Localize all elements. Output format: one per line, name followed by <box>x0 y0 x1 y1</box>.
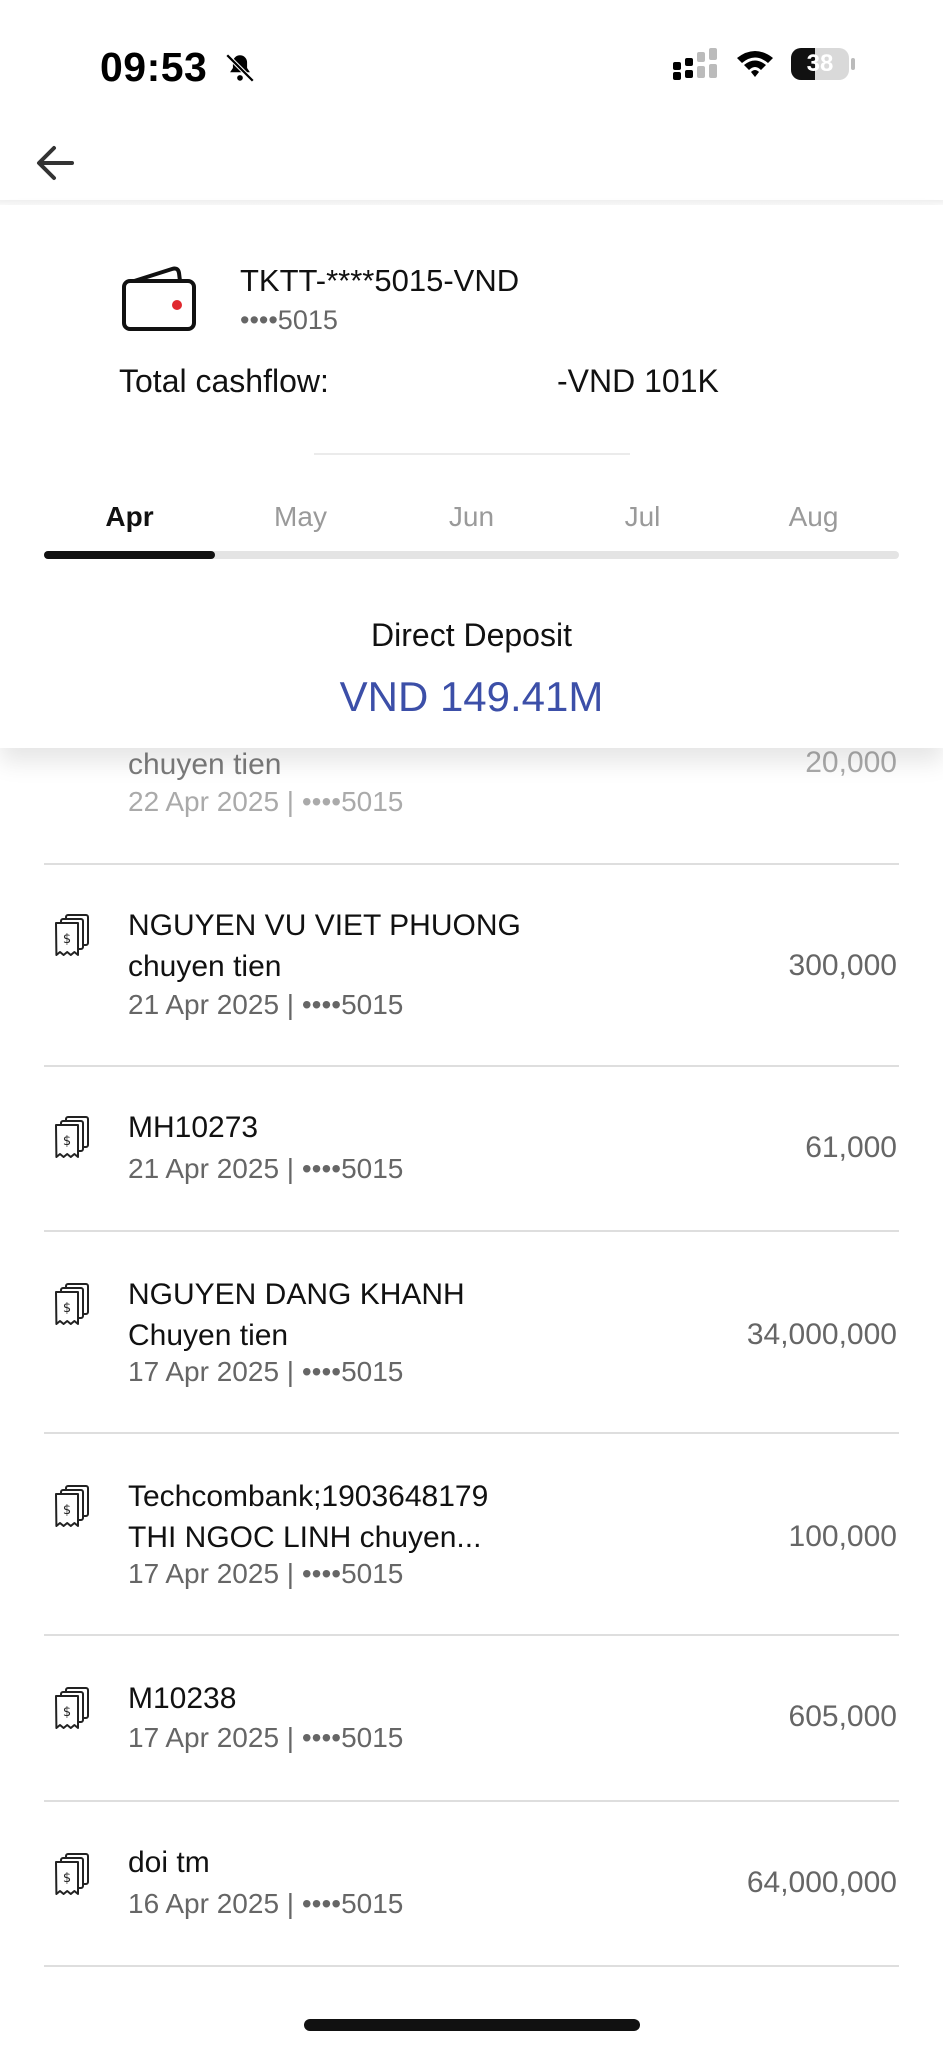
transaction-date: 17 Apr 2025 | ••••5015 <box>128 1558 404 1589</box>
receipt-icon: $ <box>55 1485 89 1527</box>
transaction-date: 17 Apr 2025 | ••••5015 <box>128 1356 404 1387</box>
receipt-icon: $ <box>55 1687 89 1729</box>
account-name: TKTT-****5015-VND <box>240 263 520 298</box>
tab-jun[interactable]: Jun <box>386 487 557 547</box>
transaction-subtitle: THI NGOC LINH chuyen... <box>128 1521 482 1554</box>
svg-text:$: $ <box>63 1871 71 1886</box>
transaction-title: chuyen tien <box>128 748 282 781</box>
transaction-amount: 64,000,000 <box>746 1866 897 1899</box>
summary-value: VND 149.41M <box>339 673 604 720</box>
transaction-title: Techcombank;1903648179 <box>128 1480 489 1513</box>
receipt-icon: $ <box>55 1853 89 1895</box>
cashflow-value: -VND 101K <box>557 363 719 399</box>
row-divider <box>44 863 899 865</box>
transaction-amount: 605,000 <box>788 1700 897 1733</box>
transaction-date: 22 Apr 2025 | ••••5015 <box>128 786 404 817</box>
summary-label: Direct Deposit <box>371 617 572 653</box>
receipt-icon: $ <box>55 1116 89 1158</box>
transaction-date: 21 Apr 2025 | ••••5015 <box>128 989 404 1020</box>
svg-text:$: $ <box>63 1301 71 1316</box>
svg-text:$: $ <box>63 1134 71 1149</box>
svg-text:$: $ <box>63 1503 71 1518</box>
account-number: ••••5015 <box>240 305 338 335</box>
transaction-date: 21 Apr 2025 | ••••5015 <box>128 1153 404 1184</box>
transaction-date: 17 Apr 2025 | ••••5015 <box>128 1722 404 1753</box>
transaction-subtitle: chuyen tien <box>128 950 282 983</box>
row-divider <box>44 1065 899 1067</box>
transaction-subtitle: Chuyen tien <box>128 1319 289 1352</box>
receipt-icon: $ <box>55 1283 89 1325</box>
row-divider <box>44 1634 899 1636</box>
receipt-icon: $ <box>55 914 89 956</box>
transaction-date: 16 Apr 2025 | ••••5015 <box>128 1888 404 1919</box>
transaction-amount: 34,000,000 <box>746 1318 897 1351</box>
tab-indicator <box>44 551 215 559</box>
tab-aug[interactable]: Aug <box>728 487 899 547</box>
cashflow-label: Total cashflow: <box>119 363 329 399</box>
transaction-title: NGUYEN DANG KHANH <box>128 1278 465 1311</box>
row-divider <box>44 1432 899 1434</box>
account-summary-card: TKTT-****5015-VND ••••5015 Total cashflo… <box>0 205 943 748</box>
row-divider <box>44 1965 899 1967</box>
svg-text:$: $ <box>63 932 71 947</box>
home-indicator[interactable] <box>304 2019 640 2031</box>
tab-may[interactable]: May <box>215 487 386 547</box>
row-divider <box>44 1800 899 1802</box>
month-tabs: Apr May Jun Jul Aug <box>44 487 899 547</box>
transaction-amount: 61,000 <box>805 1131 897 1164</box>
wallet-icon <box>122 266 196 331</box>
transaction-title: M10238 <box>128 1682 237 1715</box>
transaction-amount: 300,000 <box>788 949 897 982</box>
transaction-amount: 100,000 <box>788 1520 897 1553</box>
transaction-title: doi tm <box>128 1846 210 1879</box>
transaction-title: NGUYEN VU VIET PHUONG <box>128 909 521 942</box>
tab-apr[interactable]: Apr <box>44 487 215 547</box>
tab-jul[interactable]: Jul <box>557 487 728 547</box>
row-divider <box>44 1230 899 1232</box>
transaction-amount: 20,000 <box>805 746 897 779</box>
section-divider <box>314 453 630 455</box>
transaction-title: MH10273 <box>128 1111 259 1144</box>
svg-text:$: $ <box>63 1705 71 1720</box>
